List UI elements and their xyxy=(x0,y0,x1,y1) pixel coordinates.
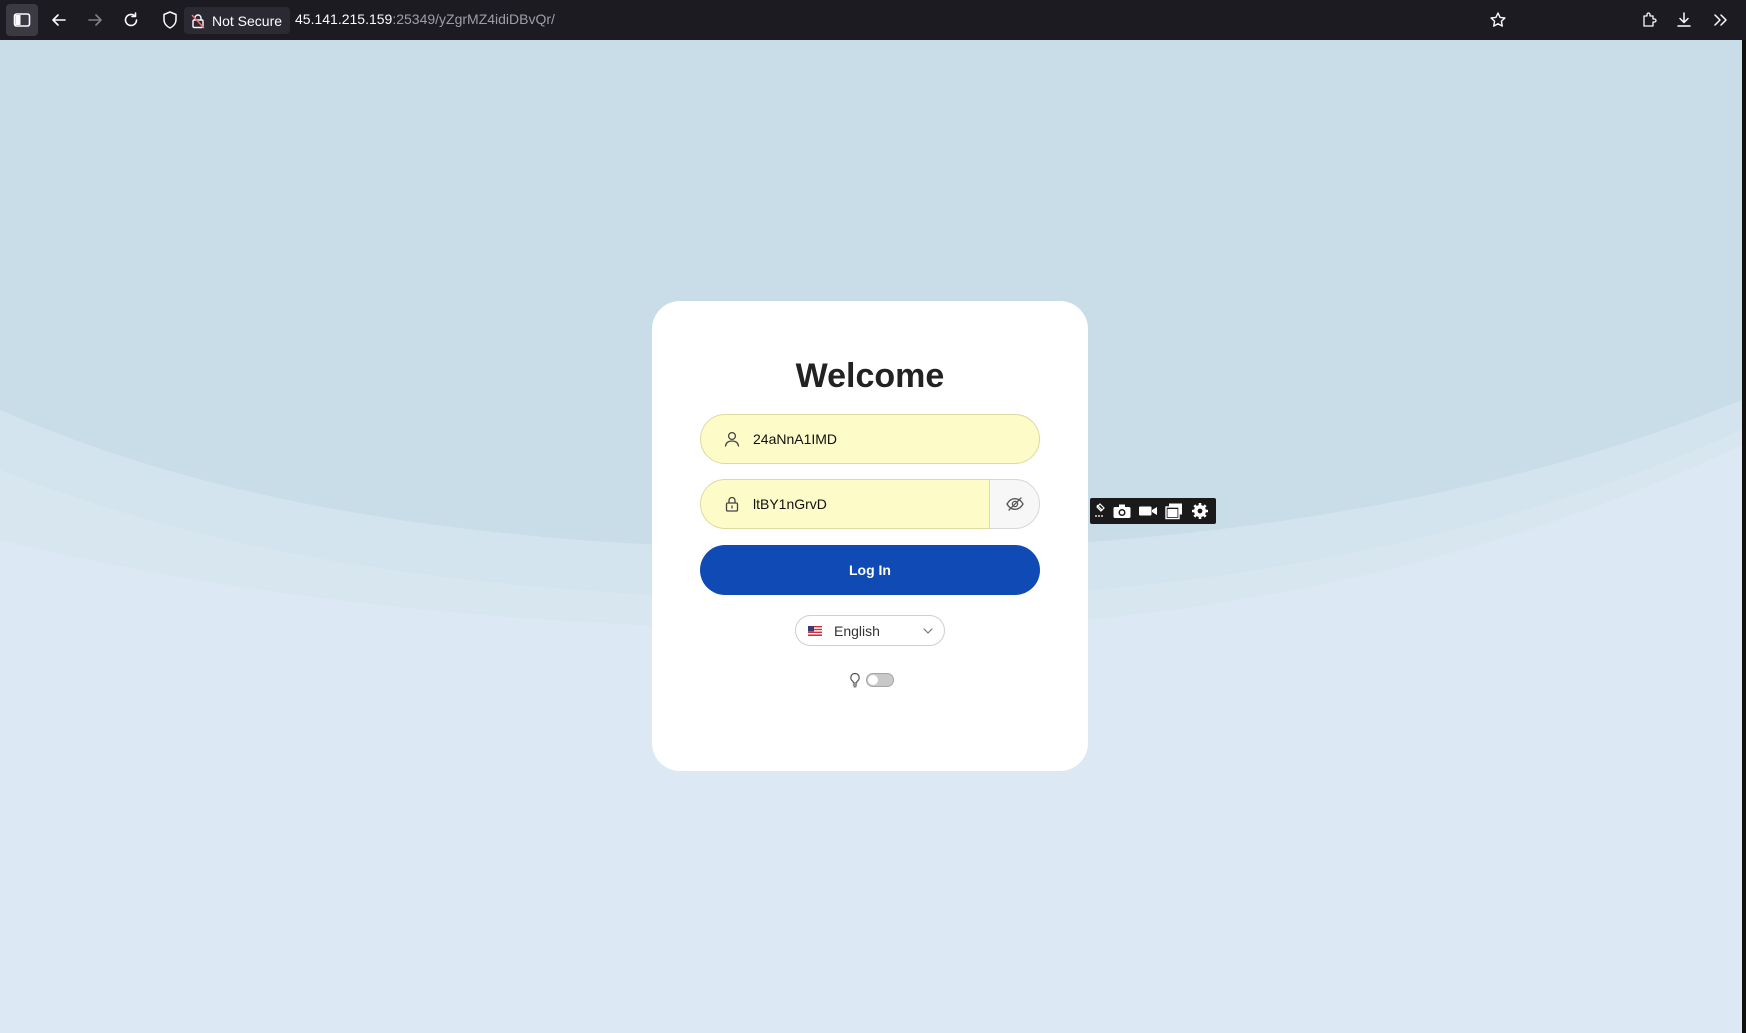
back-button[interactable] xyxy=(43,4,75,36)
extensions-button[interactable] xyxy=(1633,4,1665,36)
browser-toolbar: Not Secure 45.141.215.159:25349/yZgrMZ4i… xyxy=(0,0,1746,40)
insecure-lock-icon xyxy=(191,13,205,29)
us-flag-icon xyxy=(808,625,822,636)
switch-knob xyxy=(868,675,878,685)
login-button[interactable]: Log In xyxy=(700,545,1040,595)
camera-icon[interactable] xyxy=(1112,502,1132,520)
download-icon xyxy=(1677,12,1691,27)
security-label: Not Secure xyxy=(212,12,283,29)
theme-toggle[interactable] xyxy=(848,671,894,689)
forward-button[interactable] xyxy=(79,4,111,36)
username-field[interactable] xyxy=(700,414,1040,464)
lock-icon xyxy=(725,496,739,512)
site-security-badge[interactable]: Not Secure xyxy=(184,7,291,34)
bookmark-button[interactable] xyxy=(1482,4,1514,36)
overflow-menu-button[interactable] xyxy=(1704,4,1736,36)
password-input[interactable] xyxy=(753,496,973,512)
address-bar[interactable]: 45.141.215.159:25349/yZgrMZ4idiDBvQr/ xyxy=(295,11,555,27)
arrow-left-icon xyxy=(52,14,66,26)
eye-off-icon xyxy=(1005,497,1024,511)
sidebar-icon xyxy=(13,13,31,27)
url-path: :25349/yZgrMZ4idiDBvQr/ xyxy=(392,11,555,27)
user-icon xyxy=(724,431,740,447)
reload-button[interactable] xyxy=(115,4,147,36)
lightbulb-icon xyxy=(850,672,860,688)
language-select[interactable]: English xyxy=(795,615,945,646)
login-card: Welcome Log In English xyxy=(652,301,1088,771)
video-camera-icon[interactable] xyxy=(1138,502,1158,520)
page-title: Welcome xyxy=(795,357,945,395)
star-icon xyxy=(1490,12,1506,27)
language-label: English xyxy=(834,622,880,639)
chevron-down-icon xyxy=(923,628,933,634)
url-host: 45.141.215.159 xyxy=(295,11,393,27)
arrow-right-icon xyxy=(88,14,102,26)
reload-icon xyxy=(124,12,138,27)
password-field[interactable] xyxy=(700,479,990,529)
sidebar-toggle-button[interactable] xyxy=(6,4,38,36)
downloads-button[interactable] xyxy=(1668,4,1700,36)
tracking-protection-shield-icon[interactable] xyxy=(160,10,180,30)
gear-icon[interactable] xyxy=(1190,502,1210,520)
pin-icon[interactable] xyxy=(1094,502,1106,520)
copy-windows-icon[interactable] xyxy=(1164,502,1184,520)
capture-extension-toolbar xyxy=(1090,498,1216,524)
username-input[interactable] xyxy=(753,431,973,447)
toggle-password-visibility-button[interactable] xyxy=(989,479,1040,529)
double-chevron-right-icon xyxy=(1714,14,1727,26)
puzzle-icon xyxy=(1643,12,1657,27)
theme-switch[interactable] xyxy=(866,673,894,687)
page-viewport: Welcome Log In English xyxy=(0,40,1742,1033)
